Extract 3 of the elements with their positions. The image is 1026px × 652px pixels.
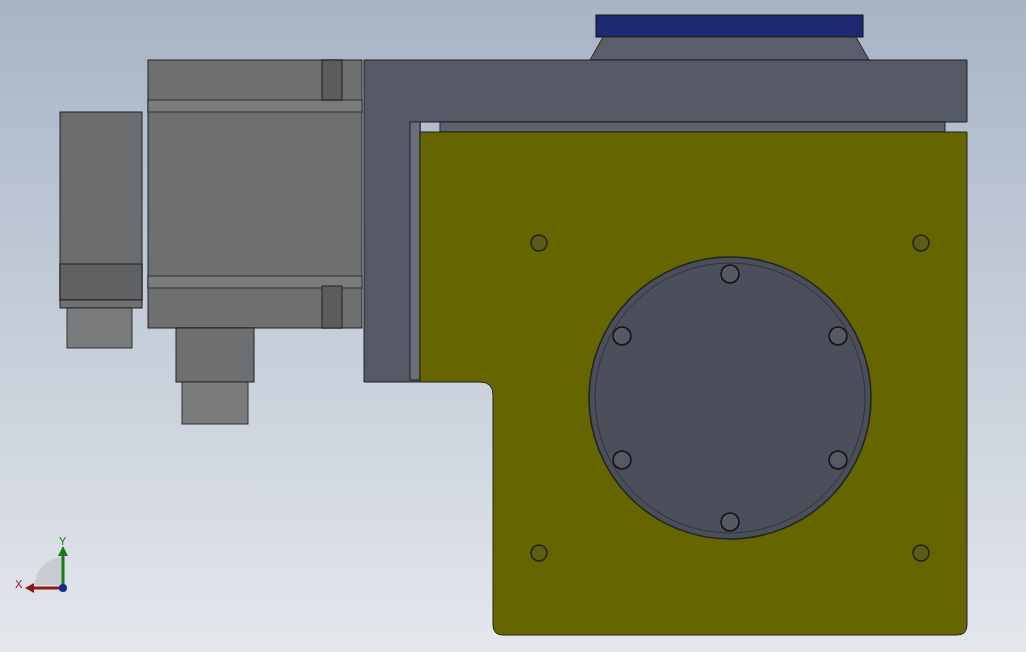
y-axis-label: Y: [59, 535, 67, 547]
x-axis-label: X: [15, 578, 23, 590]
axis-triad-icon: [25, 546, 68, 593]
